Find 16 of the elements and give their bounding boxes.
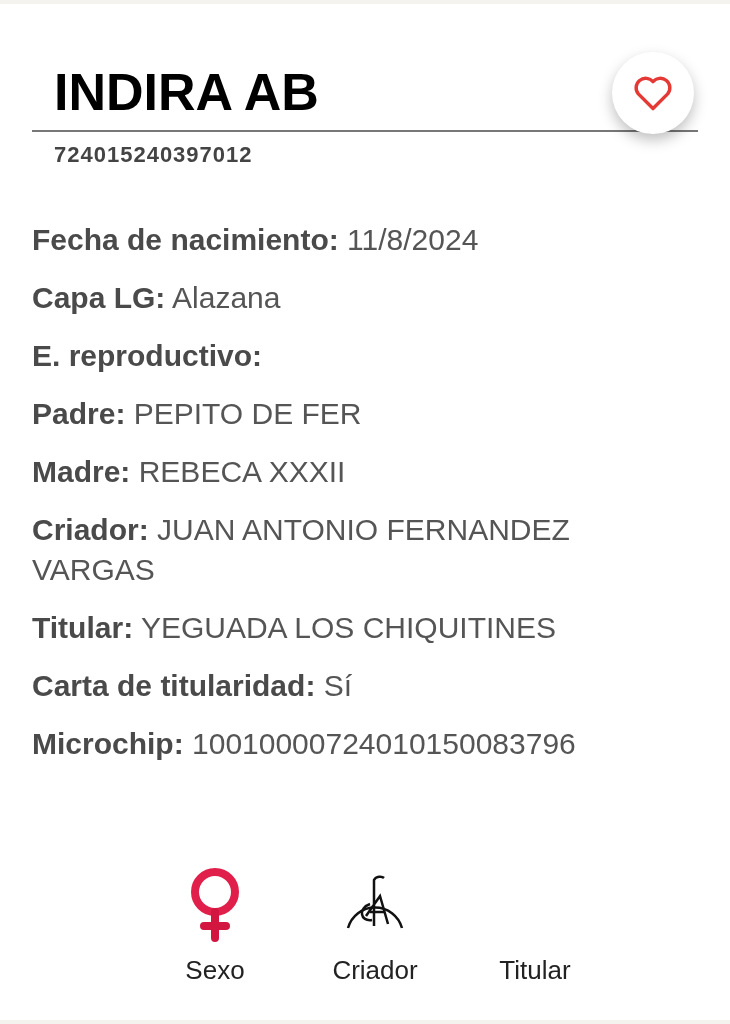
- horse-name: INDIRA AB: [53, 66, 319, 123]
- info-line: Criador: JUAN ANTONIO FERNANDEZ VARGAS: [32, 512, 571, 588]
- registration-number: 724015240397012: [53, 142, 253, 168]
- info-line: Padre: PEPITO DE FER: [32, 396, 363, 432]
- badge-label: Criador: [332, 955, 418, 986]
- info-line: Carta de titularidad: Sí: [32, 668, 354, 704]
- badge-label: Sexo: [185, 955, 245, 986]
- info-line: Titular: YEGUADA LOS CHIQUITINES: [32, 610, 557, 646]
- info-line: E. reproductivo:: [32, 338, 264, 374]
- info-line: Fecha de nacimiento: 11/8/2024: [32, 222, 480, 258]
- info-line: Capa LG: Alazana: [32, 280, 282, 316]
- info-line: Madre: REBECA XXXII: [32, 454, 347, 490]
- info-line: Microchip: 10010000724010150083796: [32, 726, 577, 762]
- heart-icon: [632, 74, 674, 112]
- badge-label: Titular: [499, 955, 571, 986]
- favorite-button[interactable]: [612, 52, 694, 134]
